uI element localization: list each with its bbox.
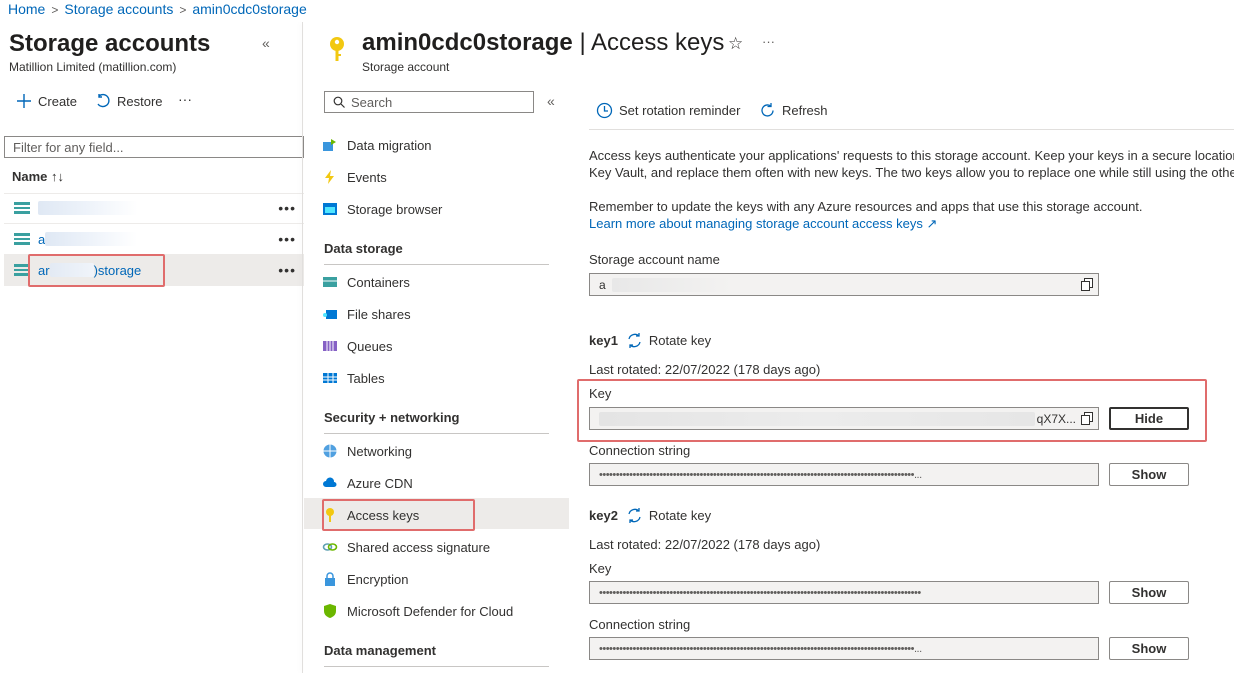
link-icon (322, 539, 338, 555)
nav-item-events[interactable]: Events (322, 164, 562, 190)
queues-icon (322, 338, 338, 354)
resource-title: amin0cdc0storage | Access keys (362, 29, 725, 56)
key1-connection-field[interactable]: ••••••••••••••••••••••••••••••••••••••••… (589, 463, 1099, 486)
panel-divider (302, 22, 303, 673)
restore-button[interactable]: Restore (95, 93, 163, 109)
row-more-icon[interactable]: ••• (278, 231, 296, 247)
breadcrumb-storage-accounts[interactable]: Storage accounts (64, 1, 173, 17)
rotate-icon (628, 508, 641, 523)
section-data-storage: Data storage (324, 241, 403, 256)
resource-type: Storage account (362, 60, 450, 74)
search-icon (333, 96, 345, 108)
tenant-subtitle: Matillion Limited (matillion.com) (9, 60, 177, 74)
highlight-box (322, 499, 475, 531)
storage-account-icon (14, 233, 30, 246)
redacted-name (38, 201, 138, 215)
more-icon[interactable]: ··· (178, 91, 192, 107)
storage-account-name-label: Storage account name (589, 252, 720, 267)
data-migration-icon (322, 137, 338, 153)
command-bar-divider (589, 129, 1234, 130)
star-icon[interactable]: ☆ (728, 34, 743, 54)
plus-icon (17, 94, 31, 108)
key1-connection-label: Connection string (589, 443, 691, 458)
breadcrumb: Home > Storage accounts > amin0cdc0storage (8, 1, 307, 17)
table-row[interactable]: a ••• (4, 224, 304, 255)
nav-item-storage-browser[interactable]: Storage browser (322, 196, 562, 222)
key2-connection-show-button[interactable]: Show (1109, 637, 1189, 660)
key2-last-rotated: Last rotated: 22/07/2022 (178 days ago) (589, 537, 821, 552)
row-more-icon[interactable]: ••• (278, 200, 296, 216)
key2-header: key2 Rotate key (589, 507, 712, 524)
restore-icon (97, 93, 110, 108)
redacted-value (611, 277, 732, 292)
key1-connection-show-button[interactable]: Show (1109, 463, 1189, 486)
key2-key-show-button[interactable]: Show (1109, 581, 1189, 604)
learn-more-link[interactable]: Learn more about managing storage accoun… (589, 216, 937, 231)
nav-item-networking[interactable]: Networking (322, 438, 562, 464)
nav-item-defender[interactable]: Microsoft Defender for Cloud (322, 598, 562, 624)
networking-icon (322, 443, 338, 459)
row-name[interactable]: a (38, 232, 45, 247)
highlight-box (577, 379, 1207, 442)
section-security-networking: Security + networking (324, 410, 460, 425)
storage-account-icon (14, 202, 30, 215)
filter-input[interactable]: Filter for any field... (4, 136, 304, 158)
section-divider (324, 666, 549, 667)
section-divider (324, 264, 549, 265)
refresh-button[interactable]: Refresh (759, 102, 828, 119)
nav-item-data-migration[interactable]: Data migration (322, 132, 562, 158)
breadcrumb-resource[interactable]: amin0cdc0storage (192, 1, 306, 17)
containers-icon (322, 274, 338, 290)
key2-key-label: Key (589, 561, 612, 576)
collapse-menu-icon[interactable]: « (547, 93, 555, 109)
chevron-right-icon: > (179, 3, 187, 17)
shield-icon (322, 603, 338, 619)
nav-item-containers[interactable]: Containers (322, 269, 562, 295)
reminder-text: Remember to update the keys with any Azu… (589, 199, 1143, 231)
copy-icon[interactable] (1076, 274, 1098, 295)
set-rotation-reminder-button[interactable]: Set rotation reminder (596, 102, 740, 119)
description: Access keys authenticate your applicatio… (589, 148, 1234, 180)
page-title: Storage accounts (9, 30, 211, 57)
cloud-icon (322, 475, 338, 491)
nav-item-encryption[interactable]: Encryption (322, 566, 562, 592)
storage-browser-icon (322, 201, 338, 217)
lightning-icon (322, 169, 338, 185)
key1-last-rotated: Last rotated: 22/07/2022 (178 days ago) (589, 362, 821, 377)
create-button[interactable]: Create (16, 93, 77, 109)
key2-key-field[interactable]: ••••••••••••••••••••••••••••••••••••••••… (589, 581, 1099, 604)
key1-header: key1 Rotate key (589, 332, 712, 349)
nav-item-queues[interactable]: Queues (322, 333, 562, 359)
key2-rotate-button[interactable]: Rotate key (626, 507, 711, 524)
file-shares-icon (322, 306, 338, 322)
nav-item-file-shares[interactable]: File shares (322, 301, 562, 327)
key2-connection-label: Connection string (589, 617, 691, 632)
highlight-box (28, 254, 165, 287)
breadcrumb-home[interactable]: Home (8, 1, 45, 17)
key1-rotate-button[interactable]: Rotate key (626, 332, 711, 349)
key2-connection-field[interactable]: ••••••••••••••••••••••••••••••••••••••••… (589, 637, 1099, 660)
collapse-left-icon[interactable]: « (262, 35, 270, 51)
lock-icon (322, 571, 338, 587)
name-column-header[interactable]: Name ↑↓ (12, 169, 64, 184)
chevron-right-icon: > (51, 3, 59, 17)
section-divider (324, 433, 549, 434)
refresh-icon (761, 103, 774, 117)
menu-search-input[interactable]: Search (324, 91, 534, 113)
row-more-icon[interactable]: ••• (278, 262, 296, 278)
header-more-icon[interactable]: ··· (762, 34, 775, 49)
nav-item-azure-cdn[interactable]: Azure CDN (322, 470, 562, 496)
clock-icon (596, 102, 613, 119)
section-data-management: Data management (324, 643, 436, 658)
storage-account-name-field[interactable]: a (589, 273, 1099, 296)
key-icon (327, 35, 347, 66)
rotate-icon (628, 333, 641, 348)
redacted-name (45, 232, 138, 246)
nav-item-shared-access-signature[interactable]: Shared access signature (322, 534, 562, 560)
nav-item-tables[interactable]: Tables (322, 365, 562, 391)
table-row[interactable]: ••• (4, 193, 304, 224)
tables-icon (322, 370, 338, 386)
